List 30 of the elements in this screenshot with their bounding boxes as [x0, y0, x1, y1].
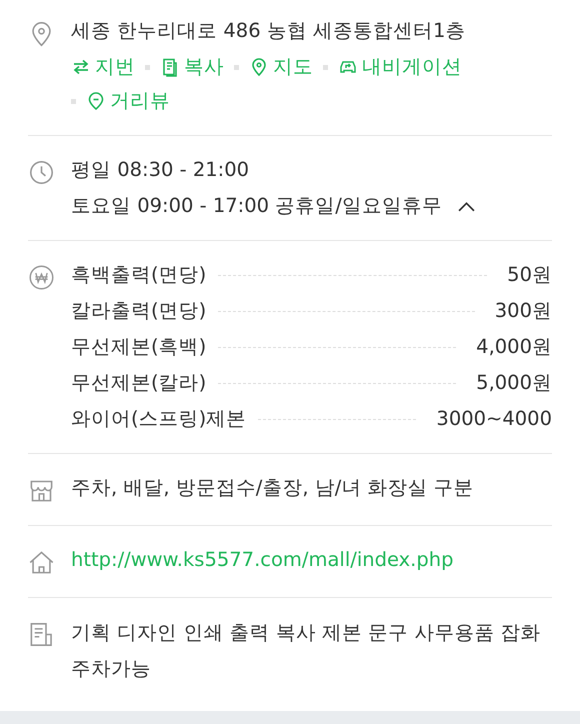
action-link[interactable]: 내비게이션	[338, 54, 462, 80]
price-item: 와이어(스프링)제본	[71, 406, 246, 432]
price-item: 칼라출력(면당)	[71, 298, 206, 324]
pin-minus-icon	[86, 91, 106, 111]
chevron-icon	[458, 200, 475, 212]
price-item: 무선제본(흑백)	[71, 334, 206, 360]
price-item: 흑백출력(면당)	[71, 262, 206, 288]
website-link[interactable]: http://www.ks5577.com/mall/index.php	[71, 547, 552, 573]
price-value: 300원	[494, 298, 552, 324]
document-icon	[160, 57, 180, 77]
price-value: 4,000원	[476, 334, 552, 360]
price-value: 5,000원	[476, 370, 552, 396]
price-value: 3000~4000	[436, 406, 552, 432]
description-text: 기획 디자인 인쇄 출력 복사 제본 문구 사무용품 잡화 주차가능	[71, 620, 542, 682]
address-text: 세종 한누리대로 486 농협 세종통합센터1층	[71, 18, 466, 44]
action-link[interactable]: 지번	[71, 54, 135, 80]
clock-icon	[28, 159, 55, 186]
facilities-text: 주차, 배달, 방문접수/출장, 남/녀 화장실 구분	[71, 475, 475, 501]
price-value: 50원	[507, 262, 552, 288]
map-pin-icon	[249, 57, 269, 77]
action-link[interactable]: 복사	[160, 54, 224, 80]
action-link[interactable]: 거리뷰	[86, 88, 170, 114]
hours-text: 평일 08:30 - 21:00	[71, 157, 250, 183]
swap-arrows-icon	[71, 57, 91, 77]
hours-text: 토요일 09:00 - 17:00 공휴일/일요일휴무	[71, 193, 442, 219]
won-coin-icon	[28, 264, 55, 291]
home-icon	[28, 549, 55, 576]
price-item: 무선제본(칼라)	[71, 370, 206, 396]
action-link[interactable]: 지도	[249, 54, 313, 80]
document-icon	[28, 621, 55, 648]
